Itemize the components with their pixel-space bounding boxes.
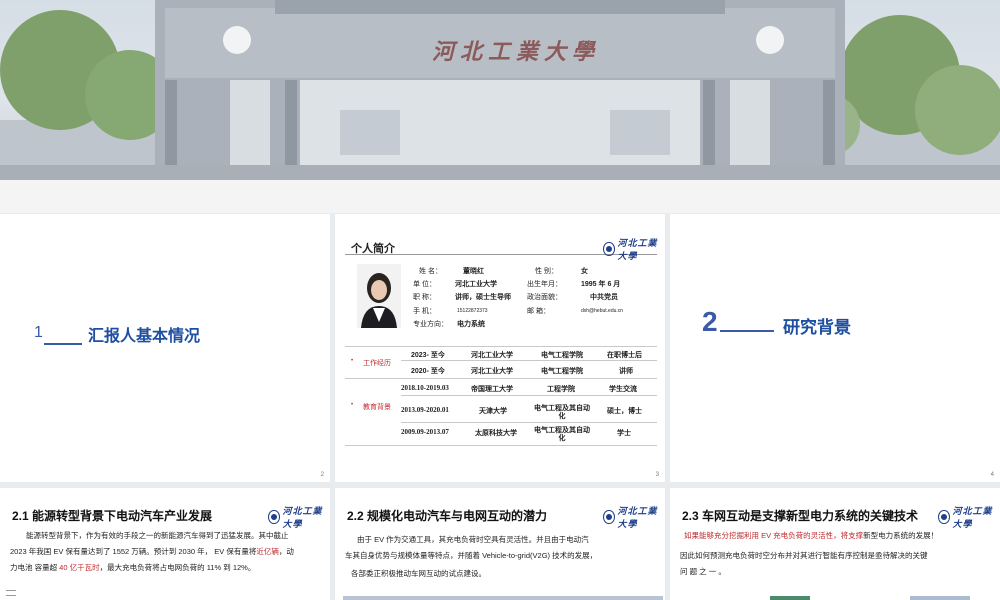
slide-thumbnail-5[interactable]: 河北工業大學 2.1 能源转型背景下电动汽车产业发展 能源转型背景下，作为有效的…	[0, 488, 330, 600]
slide-thumbnail-3[interactable]: 个人简介 河北工業大學 姓 名： 董晓红 性 别： 女 单 位： 河北工业大学 …	[335, 214, 665, 482]
chart-preview-icon	[6, 590, 16, 596]
slide-title: 2.3 车网互动是支撑新型电力系统的关键技术	[682, 509, 919, 523]
profile-photo	[357, 264, 401, 328]
university-seal-icon	[603, 242, 615, 256]
work-row: 2023- 至今 河北工业大学 电气工程学院 在职博士后	[411, 352, 642, 359]
slide-thumbnail-4[interactable]: 2 研究背景 4	[670, 214, 1000, 482]
name-value: 董晓红	[463, 268, 484, 275]
education-row: 2009.09-2013.07 太原科技大学 电气工程及其自动化 学士	[401, 426, 631, 442]
bullet-dot: •	[351, 358, 354, 364]
diagram-strip	[770, 596, 810, 600]
university-seal-icon	[268, 510, 280, 524]
slide-title: 2.2 规模化电动汽车与电网互动的潜力	[347, 509, 548, 523]
image-strip	[343, 596, 663, 600]
politics-value: 中共党员	[590, 294, 618, 301]
slide-title: 2.1 能源转型背景下电动汽车产业发展	[12, 509, 213, 523]
bullet-dot: •	[351, 402, 354, 408]
slide-thumbnail-6[interactable]: 河北工業大學 2.2 规模化电动汽车与电网互动的潜力 由于 EV 作为交通工具，…	[335, 488, 665, 600]
section-title: 汇报人基本情况	[88, 328, 201, 345]
section-title: 研究背景	[783, 318, 851, 337]
education-label: 教育背景	[363, 404, 391, 411]
section-underline	[720, 330, 774, 332]
section-underline	[44, 343, 82, 345]
university-logo: 河北工業大學	[603, 504, 665, 530]
slide-thumbnail-2[interactable]: 1 汇报人基本情况 2	[0, 214, 330, 482]
divider-band	[0, 180, 1000, 213]
email-value: dxh@hebut.edu.cn	[581, 308, 624, 314]
phone-value: 15122872373	[457, 308, 488, 314]
university-logo: 河北工業大學	[268, 504, 330, 530]
section-number: 2	[702, 306, 718, 337]
page-number: 2	[320, 472, 324, 478]
university-logo: 河北工業大學	[603, 236, 665, 262]
university-name-sign: 河北工業大學	[432, 39, 601, 65]
work-label: 工作经历	[363, 360, 391, 367]
title-value: 讲师，硕士生导师	[455, 294, 511, 301]
education-row: 2018.10-2019.03 帝国理工大学 工程学院 学生交流	[401, 384, 637, 393]
diagram-strip	[910, 596, 970, 600]
university-seal-icon	[938, 510, 950, 524]
education-row: 2013.09-2020.01 天津大学 电气工程及其自动化 硕士，博士	[401, 404, 642, 420]
hero-banner: 河北工業大學	[0, 0, 1000, 180]
section-number: 1	[34, 324, 43, 341]
slide-thumbnail-7[interactable]: 河北工業大學 2.3 车网互动是支撑新型电力系统的关键技术 如果能够充分挖掘利用…	[670, 488, 1000, 600]
direction-value: 电力系统	[457, 321, 485, 328]
campus-gate-image	[0, 0, 1000, 180]
page-number: 4	[990, 472, 994, 478]
university-seal-icon	[603, 510, 615, 524]
unit-value: 河北工业大学	[455, 281, 497, 288]
birth-value: 1995 年 6 月	[581, 281, 621, 288]
work-row: 2020- 至今 河北工业大学 电气工程学院 讲师	[411, 368, 633, 375]
page-number: 3	[655, 472, 659, 478]
university-logo: 河北工業大學	[938, 504, 1000, 530]
gender-value: 女	[581, 268, 588, 275]
